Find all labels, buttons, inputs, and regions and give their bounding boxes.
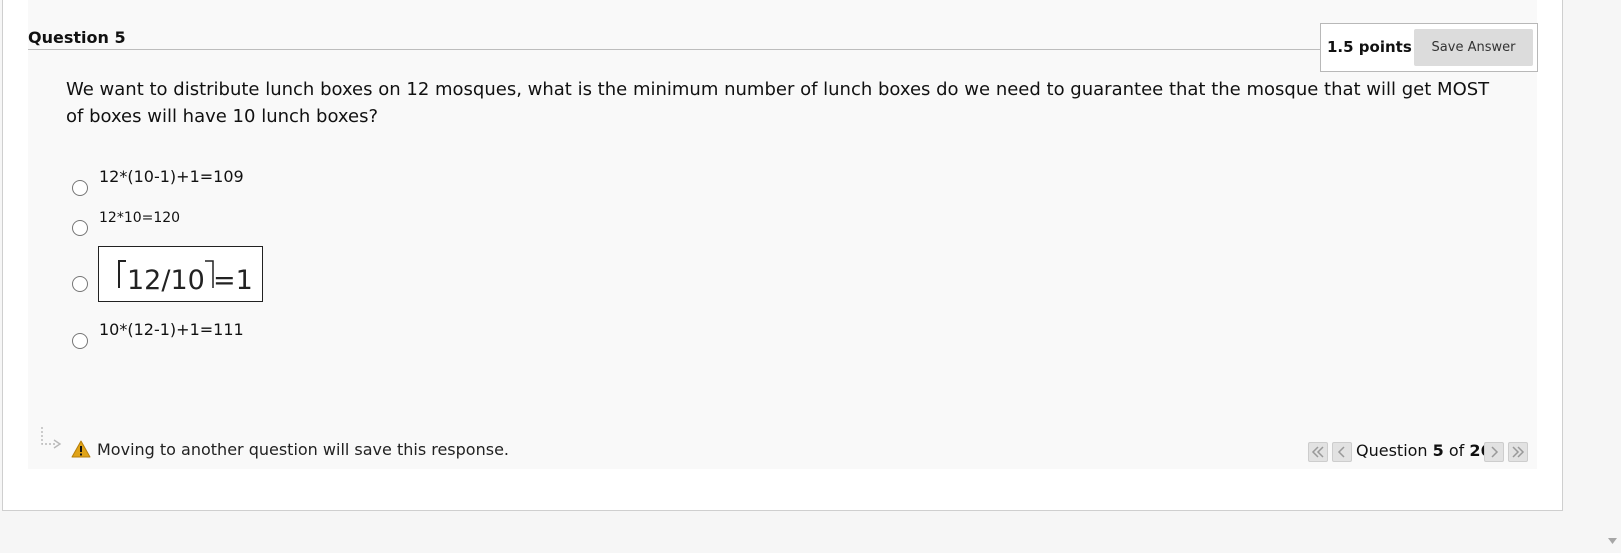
- previous-icon: [1337, 446, 1345, 458]
- points-box: 1.5 points Save Answer: [1320, 23, 1538, 72]
- counter-separator: of: [1448, 441, 1465, 460]
- counter-current: 5: [1432, 441, 1444, 460]
- question-counter: Question 5 of 26: [1356, 441, 1492, 460]
- formula-result: =1: [213, 265, 253, 296]
- option-label-1: 12*(10-1)+1=109: [99, 167, 244, 186]
- option-radio-1[interactable]: [72, 180, 88, 196]
- ceiling-formula-graphic: 12/10 =1: [118, 260, 253, 296]
- reply-arrow-icon: [41, 427, 62, 449]
- last-question-button[interactable]: [1508, 442, 1528, 462]
- option-radio-2[interactable]: [72, 220, 88, 236]
- page-scrollbar[interactable]: [1604, 0, 1621, 553]
- option-radio-3[interactable]: [72, 276, 88, 292]
- next-icon: [1491, 446, 1499, 458]
- question-panel: [28, 0, 1537, 469]
- save-answer-button[interactable]: Save Answer: [1414, 29, 1533, 66]
- option-formula-image: 12/10 =1: [98, 246, 263, 302]
- points-label: 1.5 points: [1327, 38, 1412, 56]
- next-question-button[interactable]: [1484, 442, 1504, 462]
- option-radio-4[interactable]: [72, 333, 88, 349]
- save-warning-text: Moving to another question will save thi…: [97, 440, 509, 459]
- formula-text: 12/10: [127, 265, 205, 296]
- question-text: We want to distribute lunch boxes on 12 …: [66, 79, 1490, 127]
- last-page-icon: [1512, 446, 1525, 458]
- first-question-button[interactable]: [1308, 442, 1328, 462]
- option-label-4: 10*(12-1)+1=111: [99, 320, 244, 339]
- option-label-2: 12*10=120: [99, 210, 181, 226]
- title-divider: [28, 49, 1320, 50]
- warning-icon: [71, 440, 91, 458]
- question-title: Question 5: [28, 28, 126, 47]
- first-page-icon: [1311, 446, 1324, 458]
- scroll-down-icon[interactable]: [1608, 538, 1617, 544]
- previous-question-button[interactable]: [1332, 442, 1352, 462]
- counter-prefix: Question: [1356, 441, 1428, 460]
